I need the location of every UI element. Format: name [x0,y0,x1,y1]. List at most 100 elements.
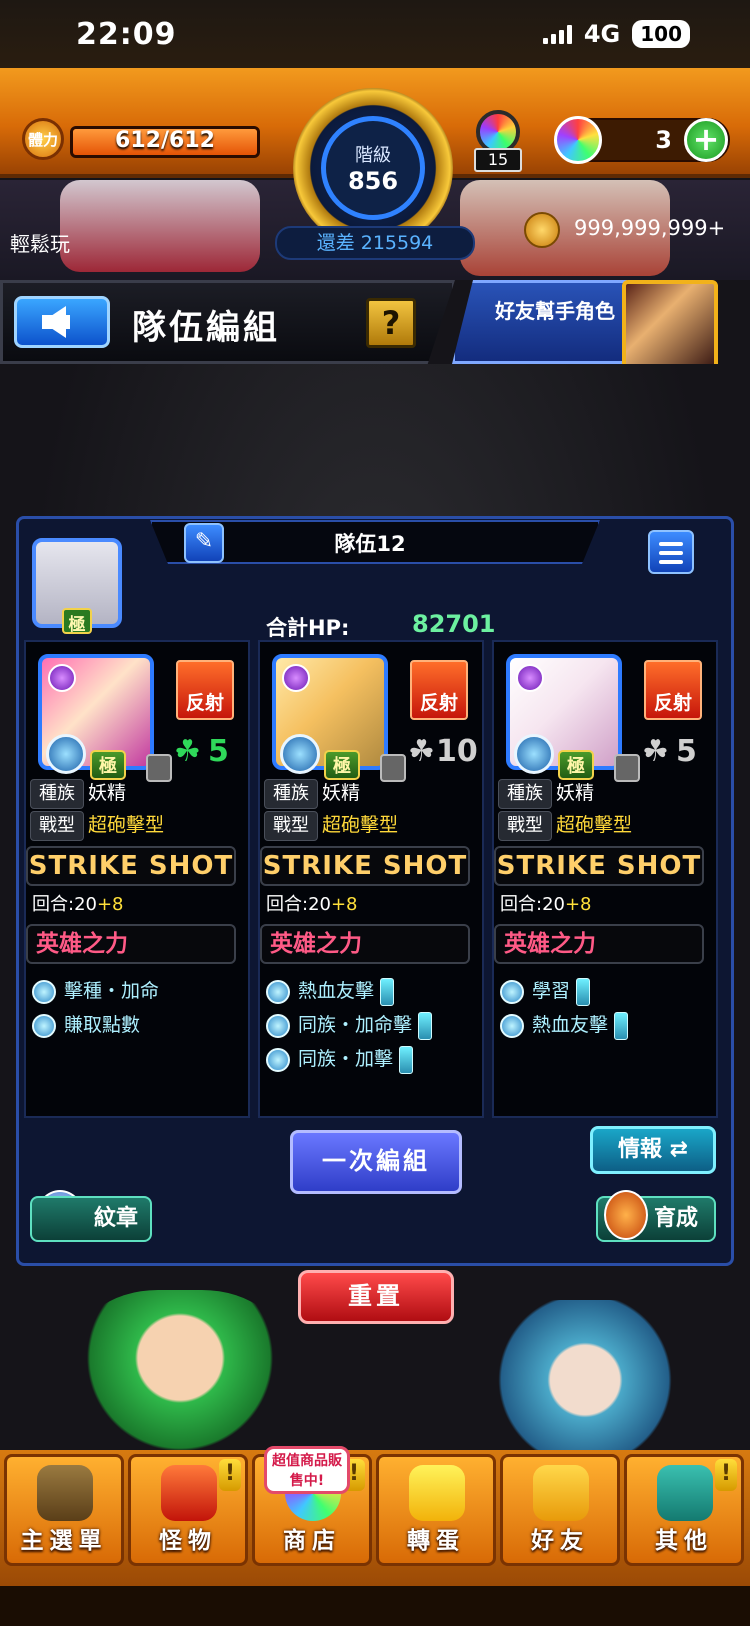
signal-icon [542,24,572,44]
element-icon [48,664,76,692]
hero-ability: 同族・加命擊 [266,1010,433,1040]
monster-portrait[interactable]: 極 [38,654,172,782]
alert-icon: ! [219,1459,241,1491]
ability-icon [32,1013,56,1038]
page-title: 隊伍編組 [132,308,280,348]
nav-item-2[interactable]: 怪物! [128,1454,248,1566]
tribe-value: 妖精 [322,782,361,804]
orb-counter: 3 + [554,116,730,164]
back-arrow-icon [42,306,70,338]
nav-label: 好友 [531,1528,589,1554]
hero-ability: 同族・加擊 [266,1044,414,1074]
lock-icon [380,754,406,782]
rank-label: 階級 [355,145,391,166]
orb-item-count: 15 [474,148,522,172]
luck-value: 5 [676,734,697,769]
hero-ability: 學習 [500,976,591,1006]
ability-label: 同族・加擊 [298,1048,394,1070]
hero-ability: 賺取點數 [32,1010,140,1038]
nav-item-5[interactable]: 好友 [500,1454,620,1566]
clover-icon: ☘ [408,734,435,769]
sling-type-icon [280,734,320,774]
team-list-button[interactable] [648,530,694,574]
team-name: 隊伍12 [334,532,406,556]
battery-icon: 100 [632,20,690,48]
orb-amount: 3 [655,126,672,154]
strike-shot-box[interactable]: STRIKE SHOT [260,846,470,886]
tribe-row: 種族 妖精 [264,778,360,809]
fight-type-row: 戰型 超砲擊型 [498,810,632,841]
hero-ability: 熱血友擊 [266,976,395,1006]
nav-label: 怪物 [159,1528,217,1554]
bottle-icon [576,977,591,1006]
rank-remaining: 還差 215594 [275,226,475,260]
other-icon [657,1465,713,1521]
ability-label: 賺取點數 [64,1014,141,1036]
nav-label: 轉蛋 [407,1528,465,1554]
hero-power-box[interactable]: 英雄之力 [494,924,704,964]
ability-label: 學習 [532,980,571,1002]
type-value: 超砲擊型 [322,814,399,836]
stamina-value: 612/612 [115,128,215,153]
type-tag: 戰型 [498,811,552,841]
type-value: 超砲擊型 [88,814,165,836]
easy-play-label[interactable]: 輕鬆玩 [10,228,70,257]
strike-shot-box[interactable]: STRIKE SHOT [494,846,704,886]
kiwami-badge: 極 [558,750,594,780]
info-toggle-button[interactable]: 情報 ⇄ [590,1126,716,1174]
status-right: 4G 100 [542,20,690,48]
nav-item-1[interactable]: 主選單 [4,1454,124,1566]
tribe-tag: 種族 [498,779,552,809]
back-button[interactable] [14,296,110,348]
team-slot-3[interactable]: 極 反射 ☘ 5 種族 妖精 戰型 超砲擊型 STRIKE SHOT 回合:20+8 英雄之力 學習熱… [492,640,718,1118]
team-slot-1[interactable]: 極 反射 ☘ 5 種族 妖精 戰型 超砲擊型 STRIKE SHOT 回合:20+8 英雄之力 擊種・… [24,640,250,1118]
reflect-badge: 反射 [410,660,468,720]
alert-icon: ! [715,1459,737,1491]
ability-icon [500,1013,524,1038]
bottle-icon [418,1011,433,1040]
strike-shot-turns: 回合:20+8 [266,894,358,915]
rank-gauge[interactable]: 階級 856 [293,88,453,248]
monster-portrait[interactable]: 極 [272,654,406,782]
sling-type-icon [514,734,554,774]
nav-item-4[interactable]: 轉蛋 [376,1454,496,1566]
element-icon [282,664,310,692]
batch-edit-button[interactable]: 一次編組 [290,1130,462,1194]
status-time: 22:09 [76,16,177,52]
rank-inner: 階級 856 [321,116,425,220]
hero-power-box[interactable]: 英雄之力 [260,924,470,964]
help-button[interactable]: ? [366,298,416,348]
nav-item-6[interactable]: 其他! [624,1454,744,1566]
sling-type-icon [46,734,86,774]
helper-portrait[interactable] [622,280,718,370]
strike-shot-box[interactable]: STRIKE SHOT [26,846,236,886]
badge-button[interactable]: 紋章 [30,1196,152,1242]
reset-button[interactable]: 重置 [298,1270,454,1324]
monster-icon [161,1465,217,1521]
ability-icon [266,1013,290,1038]
orb-item[interactable]: 15 [470,110,526,174]
train-dragon-icon [604,1190,648,1240]
hero-power-box[interactable]: 英雄之力 [26,924,236,964]
type-value: 超砲擊型 [556,814,633,836]
coin-icon [524,212,560,248]
tribe-row: 種族 妖精 [498,778,594,809]
strike-shot-turns: 回合:20+8 [500,894,592,915]
network-label: 4G [583,20,621,48]
luck-value: 10 [436,734,478,769]
lock-icon [146,754,172,782]
nav-label: 其他 [655,1528,713,1554]
monster-portrait[interactable]: 極 [506,654,640,782]
tribe-tag: 種族 [30,779,84,809]
element-icon [516,664,544,692]
tribe-value: 妖精 [88,782,127,804]
helper-label[interactable]: 好友幫手角色 [495,300,615,322]
banner-character-left [60,180,260,272]
add-orbs-button[interactable]: + [684,118,728,162]
ability-icon [32,979,56,1004]
lock-icon [614,754,640,782]
team-slot-2[interactable]: 極 反射 ☘ 10 種族 妖精 戰型 超砲擊型 STRIKE SHOT 回合:20+8 英雄之力 熱血… [258,640,484,1118]
mascot-left [70,1290,290,1460]
edit-team-name-button[interactable]: ✎ [184,523,224,563]
ability-label: 擊種・加命 [64,980,160,1002]
